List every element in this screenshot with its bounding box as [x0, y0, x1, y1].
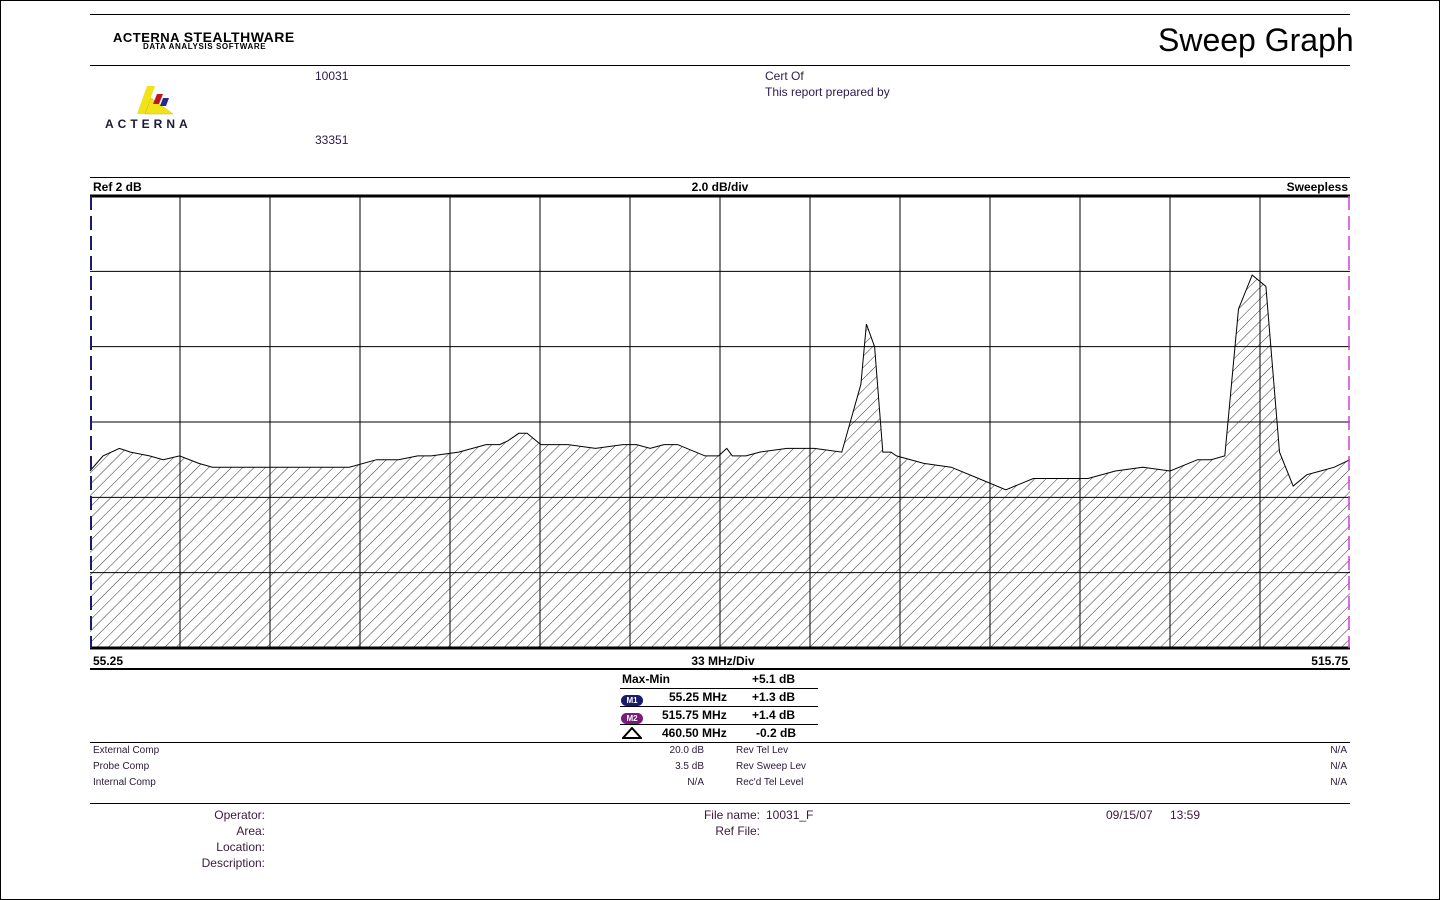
- area-label: Area:: [236, 824, 265, 838]
- rev-sweep-label: Rev Sweep Lev: [736, 761, 807, 772]
- m1-frequency: 55.25 MHz: [669, 690, 728, 704]
- m1-value: +1.3 dB: [752, 690, 796, 704]
- description-label: Description:: [201, 856, 265, 870]
- filename-value: 10031_F: [766, 808, 814, 822]
- report-title: Sweep Graph: [1158, 22, 1354, 58]
- top-rule: [90, 14, 1350, 15]
- m2-frequency: 515.75 MHz: [662, 708, 727, 722]
- recd-tel-value: N/A: [1330, 777, 1347, 788]
- stats-rule-2: [620, 706, 818, 707]
- sweep-chart: [89, 194, 1351, 650]
- internal-comp-value: N/A: [687, 777, 704, 788]
- chart-top-rule: [90, 177, 1350, 178]
- m1-badge: M1: [621, 695, 643, 706]
- report-time: 13:59: [1170, 808, 1201, 822]
- internal-comp-label: Internal Comp: [93, 777, 156, 788]
- footer-rule: [90, 803, 1350, 804]
- zip-code: 33351: [315, 133, 349, 147]
- cert-of: Cert Of: [765, 69, 804, 83]
- maxmin-label: Max-Min: [622, 672, 670, 686]
- prepared-by: This report prepared by: [765, 85, 890, 99]
- x-end-label: 515.75: [1311, 654, 1348, 668]
- stats-rule-1: [620, 688, 818, 689]
- filename-label: File name:: [703, 808, 760, 822]
- probe-comp-value: 3.5 dB: [675, 761, 704, 772]
- report-date: 09/15/07: [1106, 808, 1153, 822]
- external-comp-label: External Comp: [93, 745, 160, 756]
- rev-sweep-value: N/A: [1330, 761, 1347, 772]
- header-rule: [90, 65, 1350, 66]
- stats-rule-3: [620, 724, 818, 725]
- stats-top-rule: [90, 668, 1350, 670]
- recd-tel-label: Rec'd Tel Level: [736, 777, 804, 788]
- external-comp-value: 20.0 dB: [669, 745, 704, 756]
- probe-comp-label: Probe Comp: [93, 761, 150, 772]
- comp-top-rule: [90, 742, 1350, 743]
- node-id: 10031: [315, 69, 349, 83]
- location-label: Location:: [216, 840, 265, 854]
- delta-frequency: 460.50 MHz: [662, 726, 727, 740]
- x-start-label: 55.25: [93, 654, 124, 668]
- m2-value: +1.4 dB: [752, 708, 796, 722]
- reffile-label: Ref File:: [715, 824, 760, 838]
- operator-label: Operator:: [214, 808, 265, 822]
- m2-badge: M2: [621, 713, 643, 724]
- delta-value: -0.2 dB: [756, 726, 797, 740]
- delta-icon: [622, 727, 642, 739]
- rev-tel-label: Rev Tel Lev: [736, 745, 789, 756]
- brand-subtitle: DATA ANALYSIS SOFTWARE: [143, 42, 267, 51]
- rev-tel-value: N/A: [1330, 745, 1347, 756]
- x-div-label: 33 MHz/Div: [691, 654, 755, 668]
- acterna-logo-icon: [137, 86, 174, 115]
- maxmin-value: +5.1 dB: [752, 672, 796, 686]
- acterna-logo-text: ACTERNA: [105, 117, 192, 131]
